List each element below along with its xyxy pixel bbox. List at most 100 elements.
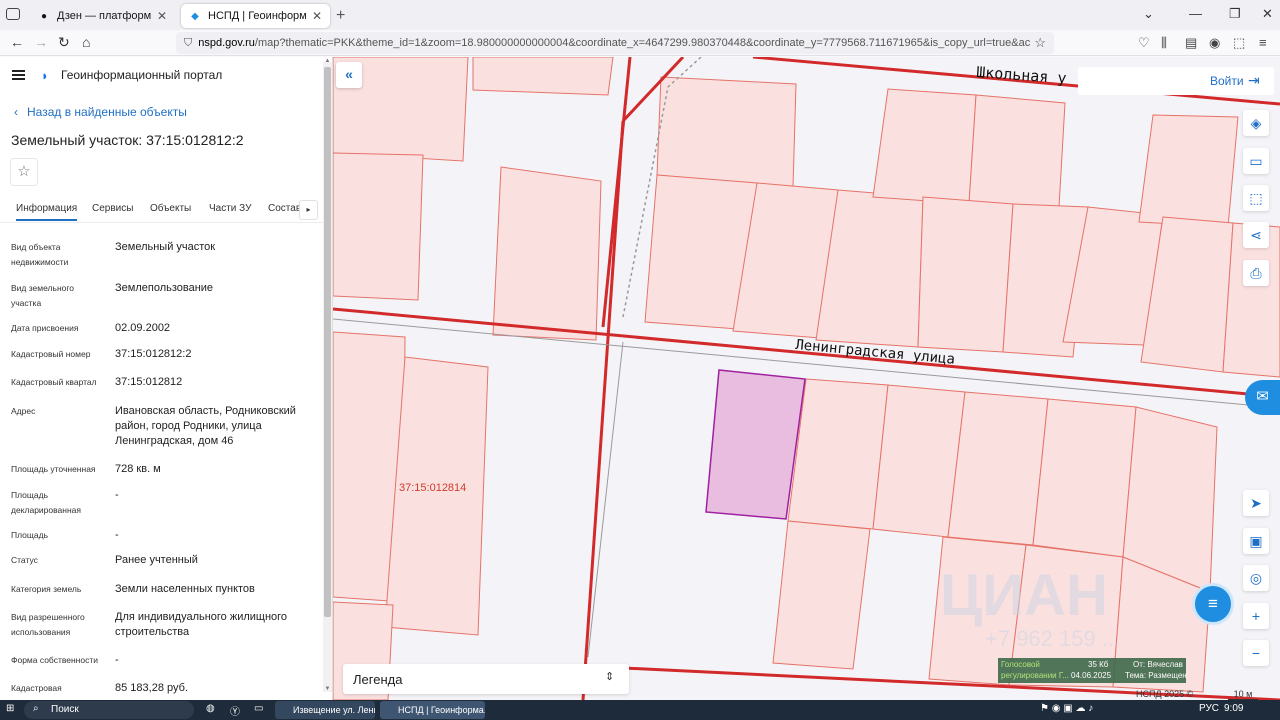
field-label: Форма собственности bbox=[11, 655, 98, 665]
cadastral-map[interactable]: 37:15:012814 Школьная у Ленинградская ул… bbox=[333, 57, 1280, 700]
edge-icon[interactable]: ◍ bbox=[206, 703, 215, 714]
parcel[interactable] bbox=[333, 152, 424, 301]
parcel[interactable] bbox=[1032, 398, 1137, 558]
notification-overlay[interactable]: Голосовой 35 Кб От: Вячеслав регулирован… bbox=[998, 658, 1187, 683]
tray-icons[interactable]: ⚑ ◉ ▣ ☁ ♪ bbox=[1040, 703, 1093, 714]
street-label-top: Школьная у bbox=[976, 63, 1067, 87]
chevron-left-icon: ‹ bbox=[14, 105, 18, 119]
field-label: Кадастровый квартал bbox=[11, 377, 97, 387]
close-tab-icon[interactable]: ✕ bbox=[157, 9, 167, 23]
message-icon[interactable]: ≡ bbox=[1192, 583, 1234, 625]
scroll-up-icon[interactable]: ▲ bbox=[323, 58, 332, 64]
close-window-icon[interactable]: ✕ bbox=[1262, 6, 1273, 22]
chevron-updown-icon: ⇕ bbox=[605, 671, 615, 683]
legend-label: Легенда bbox=[353, 672, 403, 687]
new-tab-icon[interactable]: + bbox=[336, 7, 345, 25]
field-value: 02.09.2002 bbox=[115, 322, 171, 334]
parcel[interactable] bbox=[968, 94, 1066, 208]
taskbar-app-word[interactable]: Извещение ул. Ленин... bbox=[275, 701, 375, 719]
quarter-label: 37:15:012814 bbox=[399, 482, 466, 494]
field-value: Землепользование bbox=[115, 282, 214, 294]
pocket-icon[interactable]: ♡ bbox=[1138, 35, 1150, 51]
library-icon[interactable]: ⫼ bbox=[1161, 35, 1167, 51]
layers-icon[interactable]: ◈ bbox=[1243, 110, 1269, 136]
map-canvas[interactable]: 37:15:012814 Школьная у Ленинградская ул… bbox=[333, 57, 1280, 700]
scroll-down-icon[interactable]: ▼ bbox=[323, 686, 332, 692]
extensions-icon[interactable]: ⬚ bbox=[1233, 35, 1245, 51]
panel-header: ◗ Геоинформационный портал bbox=[0, 57, 323, 93]
parcel[interactable] bbox=[472, 57, 614, 96]
reload-icon[interactable]: ↻ bbox=[58, 34, 70, 51]
notification-date: 04.06.2025 bbox=[1071, 671, 1112, 680]
navigation-icon[interactable]: ➤ bbox=[1243, 490, 1269, 516]
hamburger-menu-icon[interactable] bbox=[12, 70, 25, 80]
selected-parcel[interactable] bbox=[705, 369, 806, 520]
field-value: Земельный участок bbox=[115, 241, 216, 253]
minimize-icon[interactable]: — bbox=[1189, 6, 1202, 21]
browser-tab-dzen[interactable]: ● Дзен — платформа для просм ✕ bbox=[30, 4, 175, 28]
search-icon: ⌕ bbox=[33, 703, 39, 714]
back-link-label: Назад в найденные объекты bbox=[27, 105, 187, 119]
zoom-in-icon[interactable]: + bbox=[1243, 603, 1269, 629]
tab-overflow-icon[interactable]: ⌄ bbox=[1143, 6, 1154, 22]
close-tab-icon[interactable]: ✕ bbox=[312, 9, 322, 23]
restore-icon[interactable]: ❐ bbox=[1229, 6, 1241, 22]
tab-parts[interactable]: Части ЗУ bbox=[209, 203, 251, 214]
parcel[interactable] bbox=[492, 166, 602, 341]
clock[interactable]: 9:09 bbox=[1224, 703, 1243, 714]
forward-arrow-icon[interactable]: → bbox=[34, 34, 48, 50]
parcel[interactable] bbox=[917, 196, 1014, 353]
back-to-results-link[interactable]: ‹ Назад в найденные объекты bbox=[14, 105, 187, 119]
field-label: Площадь уточненная bbox=[11, 464, 96, 474]
search-label: Поиск bbox=[51, 704, 79, 715]
folder-icon[interactable]: ▭ bbox=[254, 703, 263, 714]
browser-tab-nspd[interactable]: ◆ НСПД | Геоинформационный ✕ bbox=[181, 4, 330, 28]
zoom-out-icon[interactable]: − bbox=[1243, 640, 1269, 666]
yandex-icon[interactable]: Ⓨ bbox=[230, 703, 240, 718]
address-bar[interactable]: ⛉ nspd.gov.ru/map?thematic=PKK&theme_id=… bbox=[176, 32, 1054, 54]
legend-dropdown[interactable]: Легенда ⇕ bbox=[343, 664, 629, 694]
minimap-icon[interactable]: ▣ bbox=[1243, 528, 1269, 554]
browser-tabstrip: ● Дзен — платформа для просм ✕ ◆ НСПД | … bbox=[0, 0, 1280, 30]
geolocation-icon[interactable]: ◎ bbox=[1243, 565, 1269, 591]
login-button[interactable]: Войти ⇥ bbox=[1078, 67, 1274, 95]
field-value: - bbox=[115, 529, 119, 541]
taskbar-app-firefox[interactable]: НСПД | Геоинформа... bbox=[380, 701, 485, 719]
parcel[interactable] bbox=[772, 520, 871, 670]
scrollbar-thumb[interactable] bbox=[324, 67, 331, 617]
field-value: Земли населенных пунктов bbox=[115, 583, 255, 595]
share-icon[interactable]: ⋖ bbox=[1243, 222, 1269, 248]
parcel[interactable] bbox=[947, 391, 1049, 546]
tab-title: НСПД | Геоинформационный bbox=[208, 10, 306, 22]
tab-services[interactable]: Сервисы bbox=[92, 203, 133, 214]
tab-title: Дзен — платформа для просм bbox=[57, 10, 151, 22]
watermark-digits: +7 962 159 ... bbox=[985, 626, 1121, 651]
tab-composition[interactable]: Состав bbox=[268, 203, 301, 214]
parcel[interactable] bbox=[787, 378, 889, 530]
collapse-panel-icon[interactable]: « bbox=[336, 62, 362, 88]
sidebar-icon[interactable]: ▤ bbox=[1185, 35, 1197, 51]
parcel[interactable] bbox=[1138, 114, 1239, 228]
print-icon[interactable]: ⎙ bbox=[1243, 260, 1269, 286]
back-arrow-icon[interactable]: ← bbox=[10, 34, 24, 50]
chat-icon[interactable]: ✉ bbox=[1245, 380, 1280, 415]
select-area-icon[interactable]: ⬚ bbox=[1243, 185, 1269, 211]
windows-start-icon[interactable]: ⊞ bbox=[6, 703, 14, 714]
map-copyright: НСПД 2025 © bbox=[1136, 689, 1194, 699]
favorite-star-icon[interactable]: ☆ bbox=[10, 158, 38, 186]
tab-objects[interactable]: Объекты bbox=[150, 203, 191, 214]
taskbar-search[interactable]: ⌕ Поиск bbox=[24, 701, 194, 719]
parcel[interactable] bbox=[656, 76, 797, 188]
menu-icon[interactable]: ≡ bbox=[1259, 35, 1267, 50]
field-label: Площадь декларированная bbox=[11, 490, 81, 515]
ruler-icon[interactable]: ▭ bbox=[1243, 148, 1269, 174]
keyboard-language[interactable]: РУС bbox=[1199, 703, 1219, 714]
tab-info[interactable]: Информация bbox=[16, 203, 78, 221]
bookmark-star-icon[interactable]: ☆ bbox=[1034, 35, 1046, 51]
home-icon[interactable]: ⌂ bbox=[82, 34, 90, 50]
panel-scrollbar[interactable]: ▲ ▼ bbox=[323, 58, 332, 692]
account-icon[interactable]: ◉ bbox=[1209, 35, 1220, 51]
tabs-scroll-right-icon[interactable]: ▸ bbox=[299, 200, 318, 220]
tab-list-icon[interactable] bbox=[6, 8, 20, 20]
parcel[interactable] bbox=[872, 88, 977, 205]
